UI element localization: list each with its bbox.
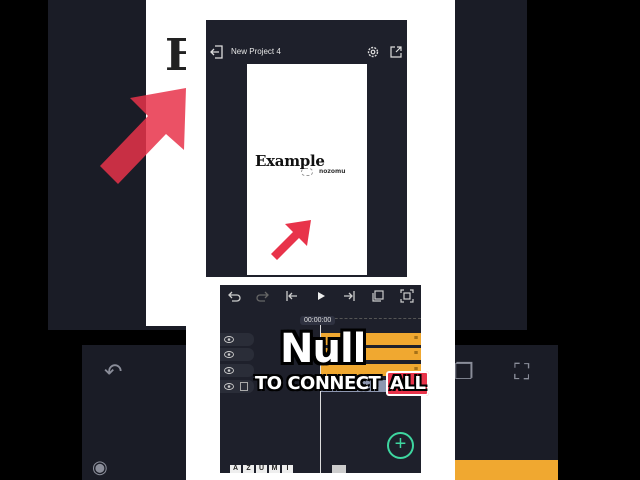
timecode: 00:00:00: [300, 316, 336, 325]
fullscreen-icon: ⛶: [514, 359, 530, 384]
pointer-arrow-icon: [271, 220, 311, 260]
thumbnail-tile: M: [269, 465, 280, 473]
layer-controls: [220, 380, 254, 393]
redo-icon[interactable]: [255, 288, 271, 304]
null-anchor-icon: [301, 168, 313, 176]
layer-controls: [220, 333, 254, 346]
eye-icon[interactable]: [224, 366, 234, 375]
share-icon[interactable]: [389, 45, 403, 59]
layer-controls: [220, 348, 254, 361]
thumbnail-tile: [332, 465, 346, 473]
top-bar: New Project 4: [206, 42, 407, 64]
null-layer-icon[interactable]: [240, 382, 248, 391]
preview-canvas[interactable]: Example nozomu: [247, 64, 367, 275]
layer-thumbnail-strip: A Z U M I: [220, 465, 421, 473]
caption-highlight: ALL: [386, 371, 430, 396]
eye-icon[interactable]: [224, 350, 234, 359]
jump-start-icon[interactable]: [284, 288, 300, 304]
undo-icon[interactable]: [226, 288, 242, 304]
video-frame: E ↶ ❐ ⛶ ◉ New Project 4 Example nozomu 0…: [0, 0, 640, 480]
eye-icon[interactable]: [224, 335, 234, 344]
copy-icon: ❐: [454, 359, 474, 384]
layer-controls: [220, 364, 254, 377]
thumbnail-tile: U: [256, 465, 267, 473]
caption-subtitle-prefix: TO CONNECT: [255, 373, 387, 394]
exit-icon[interactable]: [210, 44, 224, 60]
caption-title: Null: [280, 326, 366, 372]
background-blur-track: [455, 460, 558, 480]
add-layer-button[interactable]: +: [387, 432, 414, 459]
canvas-subtext: nozomu: [319, 168, 346, 175]
undo-icon: ↶: [104, 359, 123, 384]
timeline-ruler[interactable]: [320, 313, 421, 319]
project-title: New Project 4: [231, 47, 281, 56]
editor-screen-top: New Project 4 Example nozomu: [206, 20, 407, 277]
thumbnail-tile: I: [282, 465, 293, 473]
background-arrow-icon: [100, 88, 186, 184]
gear-icon[interactable]: [366, 45, 380, 59]
caption-subtitle: TO CONNECT ALL: [255, 371, 430, 396]
playback-toolbar: [220, 285, 421, 307]
play-icon[interactable]: [313, 288, 329, 304]
fullscreen-icon[interactable]: [399, 288, 415, 304]
jump-end-icon[interactable]: [341, 288, 357, 304]
background-blur-right: [455, 0, 527, 330]
copy-icon[interactable]: [370, 288, 386, 304]
thumbnail-tile: Z: [243, 465, 254, 473]
drag-handle-icon[interactable]: ≡: [414, 333, 418, 345]
thumbnail-tile: A: [230, 465, 241, 473]
eye-icon[interactable]: [224, 382, 234, 391]
canvas-heading: Example: [255, 152, 325, 170]
eye-icon: ◉: [92, 457, 108, 477]
drag-handle-icon[interactable]: ≡: [414, 348, 418, 360]
